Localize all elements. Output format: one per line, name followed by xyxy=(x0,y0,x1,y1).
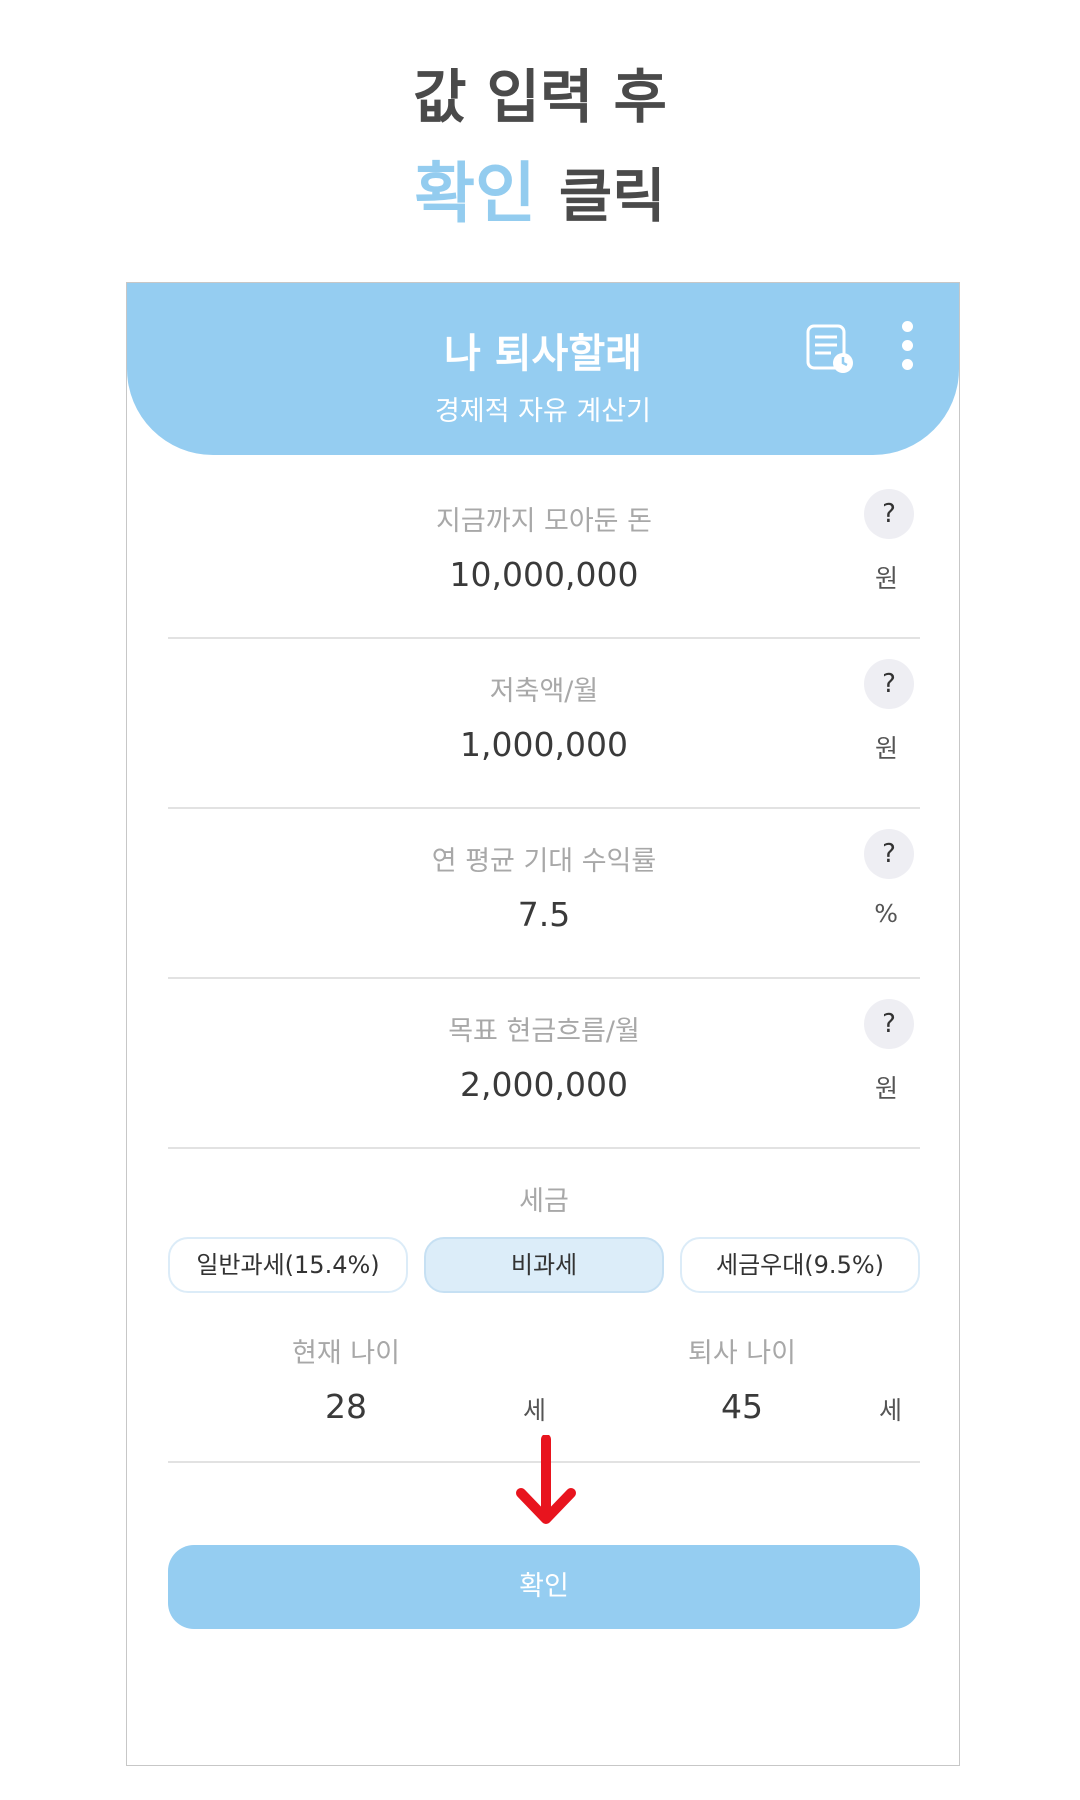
help-question-icon[interactable]: ? xyxy=(864,489,914,539)
field-value-input[interactable]: 1,000,000 xyxy=(168,725,920,764)
field-expected-return[interactable]: 연 평균 기대 수익률 7.5 % ? xyxy=(168,829,920,979)
field-value-input[interactable]: 2,000,000 xyxy=(168,1065,920,1104)
field-savings-so-far[interactable]: 지금까지 모아둔 돈 10,000,000 원 ? xyxy=(168,489,920,639)
arrow-down-icon xyxy=(516,1435,576,1524)
retire-age-input[interactable]: 45 xyxy=(564,1387,920,1426)
instruction-line-2: 확인 클릭 xyxy=(0,140,1080,236)
tax-option-exempt[interactable]: 비과세 xyxy=(424,1237,664,1293)
current-age-label: 현재 나이 xyxy=(292,1338,400,1369)
instruction-line-1: 값 입력 후 xyxy=(413,63,667,131)
app-header: 나 퇴사할래 경제적 자유 계산기 xyxy=(127,283,959,455)
tax-option-preferential[interactable]: 세금우대(9.5%) xyxy=(680,1237,920,1293)
field-label: 지금까지 모아둔 돈 xyxy=(436,506,652,537)
field-monthly-saving[interactable]: 저축액/월 1,000,000 원 ? xyxy=(168,659,920,809)
field-value-input[interactable]: 7.5 xyxy=(168,895,920,934)
help-question-icon[interactable]: ? xyxy=(864,999,914,1049)
retire-age-field[interactable]: 퇴사 나이 45 세 xyxy=(564,1321,920,1463)
tax-option-general[interactable]: 일반과세(15.4%) xyxy=(168,1237,408,1293)
current-age-input[interactable]: 28 xyxy=(168,1387,524,1426)
field-label: 목표 현금흐름/월 xyxy=(448,1016,640,1047)
history-list-icon[interactable] xyxy=(805,323,855,375)
tax-label: 세금 xyxy=(519,1186,569,1217)
current-age-unit: 세 xyxy=(522,1396,546,1425)
field-target-cashflow[interactable]: 목표 현금흐름/월 2,000,000 원 ? xyxy=(168,999,920,1149)
help-question-icon[interactable]: ? xyxy=(864,829,914,879)
field-label: 연 평균 기대 수익률 xyxy=(431,846,657,877)
confirm-button[interactable]: 확인 xyxy=(168,1545,920,1629)
app-screen: 나 퇴사할래 경제적 자유 계산기 지금까지 모아둔 돈 10,000,000 … xyxy=(126,282,960,1766)
instruction-rest: 클릭 xyxy=(558,162,666,230)
field-label: 저축액/월 xyxy=(489,676,599,707)
field-value-input[interactable]: 10,000,000 xyxy=(168,555,920,594)
field-unit: 원 xyxy=(874,564,898,593)
help-question-icon[interactable]: ? xyxy=(864,659,914,709)
field-unit: 원 xyxy=(874,1074,898,1103)
field-unit: 원 xyxy=(874,734,898,763)
field-unit: % xyxy=(874,899,898,928)
retire-age-unit: 세 xyxy=(878,1396,902,1425)
current-age-field[interactable]: 현재 나이 28 세 xyxy=(168,1321,564,1463)
app-subtitle: 경제적 자유 계산기 xyxy=(435,396,651,427)
retire-age-label: 퇴사 나이 xyxy=(688,1338,796,1369)
more-vert-icon[interactable] xyxy=(897,321,917,375)
instruction-highlight: 확인 xyxy=(414,155,536,232)
